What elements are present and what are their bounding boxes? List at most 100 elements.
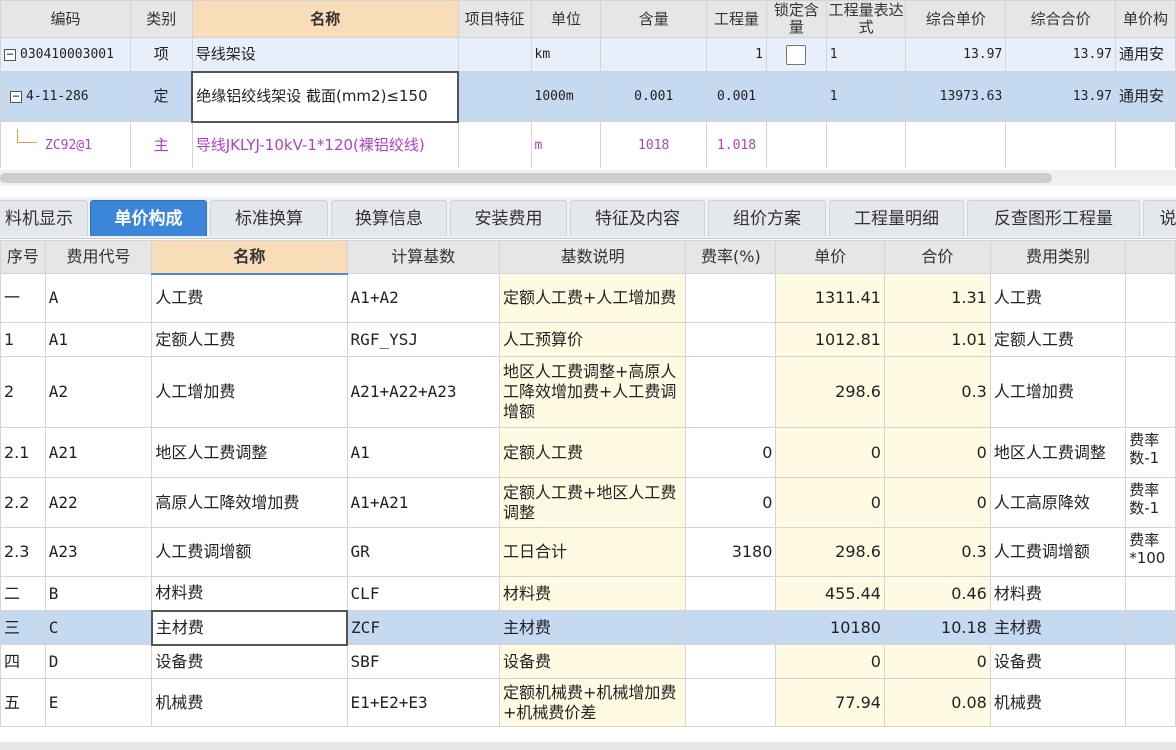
col-header-price[interactable]: 单价: [775, 240, 885, 274]
name-cell[interactable]: 高原人工降效增加费: [151, 477, 348, 528]
table-row[interactable]: ZC92@1 主 导线JKLYJ-10kV-1*120(裸铝绞线) m 1018…: [0, 121, 1176, 168]
price-cell[interactable]: 77.94: [775, 678, 885, 727]
collapse-icon[interactable]: −: [10, 90, 22, 103]
col-header-note[interactable]: [1125, 240, 1176, 274]
seq-cell[interactable]: 一: [0, 273, 46, 323]
tab-material-machine[interactable]: 料机显示: [0, 200, 88, 236]
rate-cell[interactable]: 0: [685, 477, 777, 528]
fee-category-cell[interactable]: 人工增加费: [989, 356, 1127, 428]
fee-code-cell[interactable]: A23: [44, 527, 153, 577]
table-row[interactable]: 四 D 设备费 SBF 设备费 0 0 设备费: [0, 644, 1176, 679]
calc-base-cell[interactable]: ZCF: [346, 610, 500, 645]
total-cell[interactable]: 0.3: [883, 356, 991, 428]
calc-base-cell[interactable]: GR: [346, 527, 500, 577]
rate-type-cell[interactable]: 通用安: [1114, 71, 1176, 122]
content-cell[interactable]: 0.001: [600, 71, 708, 122]
qty-cell[interactable]: 0.001: [706, 71, 767, 122]
base-desc-cell[interactable]: 定额人工费+地区人工费调整: [498, 477, 687, 528]
rate-cell[interactable]: [685, 644, 777, 679]
col-header-qty[interactable]: 工程量: [706, 0, 767, 38]
price-cell[interactable]: 10180: [775, 610, 885, 645]
base-desc-cell[interactable]: 工日合计: [498, 527, 687, 577]
note-cell[interactable]: [1125, 644, 1176, 679]
table-row[interactable]: −4-11-286 定 绝缘铝绞线架设 截面(mm2)≤150 1000m 0.…: [0, 70, 1176, 123]
rate-cell[interactable]: [685, 356, 777, 428]
col-header-fee-code[interactable]: 费用代号: [44, 240, 153, 274]
price-cell[interactable]: 1311.41: [775, 273, 885, 323]
lock-cell[interactable]: [765, 37, 827, 72]
name-cell[interactable]: 地区人工费调整: [151, 427, 348, 478]
total-price-cell[interactable]: 13.97: [1005, 37, 1116, 72]
name-cell[interactable]: 导线JKLYJ-10kV-1*120(裸铝绞线): [191, 121, 459, 168]
calc-base-cell[interactable]: CLF: [346, 576, 500, 611]
col-header-name[interactable]: 名称: [191, 0, 459, 38]
total-cell[interactable]: 1.31: [883, 273, 991, 323]
name-cell[interactable]: 定额人工费: [151, 322, 348, 357]
fee-category-cell[interactable]: 主材费: [989, 610, 1127, 645]
fee-category-cell[interactable]: 人工高原降效: [989, 477, 1127, 528]
fee-code-cell[interactable]: B: [44, 576, 153, 611]
col-header-code[interactable]: 编码: [0, 0, 131, 38]
table-row[interactable]: 2 A2 人工增加费 A21+A22+A23 地区人工费调整+高原人工降效增加费+人工费…: [0, 356, 1176, 428]
unit-cell[interactable]: km: [530, 37, 602, 72]
price-cell[interactable]: 298.6: [775, 527, 885, 577]
table-row[interactable]: −030410003001 项 导线架设 km 1 1 13.97 13.97 …: [0, 37, 1176, 72]
total-price-cell[interactable]: [1005, 121, 1116, 168]
qty-cell[interactable]: 1: [706, 37, 767, 72]
feature-cell[interactable]: [457, 71, 532, 122]
name-cell[interactable]: 材料费: [151, 576, 348, 611]
seq-cell[interactable]: 1: [0, 322, 46, 357]
base-desc-cell[interactable]: 地区人工费调整+高原人工降效增加费+人工费调增额: [498, 356, 687, 428]
seq-cell[interactable]: 2: [0, 356, 46, 428]
base-desc-cell[interactable]: 设备费: [498, 644, 687, 679]
fee-category-cell[interactable]: 材料费: [989, 576, 1127, 611]
table-row[interactable]: 2.3 A23 人工费调增额 GR 工日合计 3180 298.6 0.3 人工费调增额 费率*1…: [0, 527, 1176, 577]
total-cell[interactable]: 0: [883, 644, 991, 679]
fee-code-cell[interactable]: A22: [44, 477, 153, 528]
table-row[interactable]: 五 E 机械费 E1+E2+E3 定额机械费+机械增加费+机械费价差 77.94 0.08 机…: [0, 678, 1176, 727]
calc-base-cell[interactable]: A1+A21: [346, 477, 500, 528]
fee-category-cell[interactable]: 人工费: [989, 273, 1127, 323]
rate-cell[interactable]: 3180: [685, 527, 777, 577]
col-header-rate[interactable]: 费率(%): [685, 240, 777, 274]
table-row[interactable]: 2.1 A21 地区人工费调整 A1 定额人工费 0 0 0 地区人工费调整 费率数-1: [0, 427, 1176, 478]
note-cell[interactable]: [1125, 678, 1176, 727]
seq-cell[interactable]: 三: [0, 610, 46, 645]
name-cell[interactable]: 导线架设: [191, 37, 459, 72]
col-header-lock[interactable]: 锁定含量: [765, 0, 827, 38]
fee-category-cell[interactable]: 地区人工费调整: [989, 427, 1127, 478]
type-cell[interactable]: 项: [129, 37, 193, 72]
qty-cell[interactable]: 1.018: [706, 121, 767, 168]
total-cell[interactable]: 10.18: [883, 610, 991, 645]
calc-base-cell[interactable]: A1: [346, 427, 500, 478]
note-cell[interactable]: [1125, 610, 1176, 645]
tab-features-content[interactable]: 特征及内容: [570, 200, 705, 236]
name-cell[interactable]: 机械费: [151, 678, 348, 727]
fee-code-cell[interactable]: A: [44, 273, 153, 323]
table-row[interactable]: 二 B 材料费 CLF 材料费 455.44 0.46 材料费: [0, 576, 1176, 611]
base-desc-cell[interactable]: 定额人工费+人工增加费: [498, 273, 687, 323]
tab-quantity-detail[interactable]: 工程量明细: [829, 200, 964, 236]
tab-unit-price-composition[interactable]: 单价构成: [90, 200, 207, 236]
calc-base-cell[interactable]: E1+E2+E3: [346, 678, 500, 727]
note-cell[interactable]: 费率数-1: [1125, 427, 1176, 478]
calc-base-cell[interactable]: A21+A22+A23: [346, 356, 500, 428]
tab-standard-conversion[interactable]: 标准换算: [210, 200, 328, 236]
lock-cell[interactable]: [765, 71, 827, 122]
note-cell[interactable]: [1125, 273, 1176, 323]
name-cell[interactable]: 设备费: [151, 644, 348, 679]
table-row[interactable]: 1 A1 定额人工费 RGF_YSJ 人工预算价 1012.81 1.01 定额人工费: [0, 322, 1176, 357]
total-cell[interactable]: 0: [883, 477, 991, 528]
seq-cell[interactable]: 2.2: [0, 477, 46, 528]
rate-cell[interactable]: [685, 273, 777, 323]
price-cell[interactable]: 0: [775, 427, 885, 478]
horizontal-scrollbar[interactable]: [0, 170, 1176, 186]
seq-cell[interactable]: 五: [0, 678, 46, 727]
base-desc-cell[interactable]: 主材费: [498, 610, 687, 645]
calc-base-cell[interactable]: RGF_YSJ: [346, 322, 500, 357]
total-cell[interactable]: 1.01: [883, 322, 991, 357]
fee-category-cell[interactable]: 定额人工费: [989, 322, 1127, 357]
name-cell[interactable]: 人工费调增额: [151, 527, 348, 577]
fee-code-cell[interactable]: C: [44, 610, 153, 645]
col-header-expr[interactable]: 工程量表达式: [825, 0, 907, 38]
